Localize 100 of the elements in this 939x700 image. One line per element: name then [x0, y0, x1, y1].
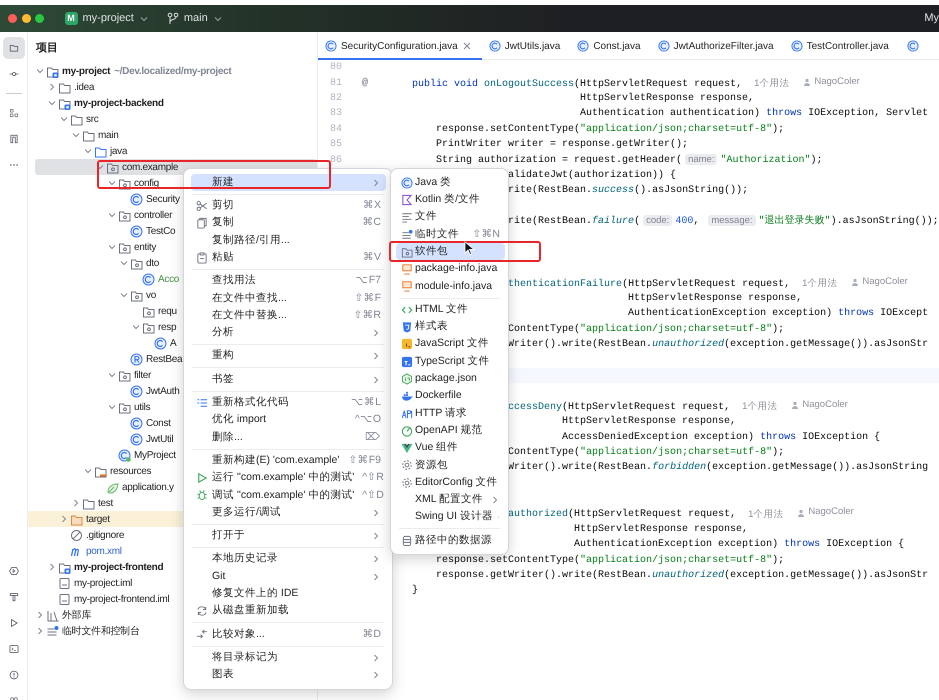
ignored-file-icon	[70, 528, 83, 542]
menu-item[interactable]: package.json	[396, 370, 505, 388]
code-text: );	[810, 154, 822, 166]
menu-item[interactable]: 运行 ''com.example' 中的测试' ^⇧R	[191, 469, 386, 487]
menu-item[interactable]: 删除... ⌦	[191, 428, 386, 446]
menu-item[interactable]: 复制路径/引用...	[191, 232, 386, 250]
package-folder-icon	[130, 288, 143, 302]
scratch-file-icon	[400, 228, 412, 241]
menu-item[interactable]: Swing UI 设计器	[396, 508, 505, 526]
menu-item[interactable]: 在文件中替换... ⇧⌘R	[191, 307, 386, 324]
menu-item[interactable]: 图表	[191, 666, 386, 684]
tree-item[interactable]: my-project-backend	[28, 95, 317, 111]
menu-item[interactable]: module-info.java	[396, 278, 505, 296]
menu-item[interactable]: 调试 ''com.example' 中的测试' ^⇧D	[191, 486, 386, 504]
menu-item[interactable]: JavaScript 文件	[396, 336, 505, 353]
shortcut-label: ⌘C	[362, 215, 381, 230]
method-name: ccessDeny	[508, 402, 562, 413]
menu-item[interactable]: 书签	[191, 370, 386, 388]
menu-item[interactable]: package-info.java	[396, 260, 505, 278]
menu-item[interactable]: 将目录标记为	[191, 649, 386, 666]
code-text: );	[772, 324, 784, 335]
class-icon	[906, 40, 919, 52]
v-shape-icon	[400, 442, 412, 454]
editor-tab[interactable]: JwtAuthorizeFilter.java	[650, 32, 784, 60]
panel-title: 项目	[36, 42, 58, 54]
class-icon	[130, 224, 143, 238]
tree-item[interactable]: java	[28, 143, 317, 159]
code-text: alidateJwt(authorization)) {	[508, 170, 676, 181]
menu-item[interactable]: 新建	[191, 174, 386, 192]
folder-icon[interactable]	[2, 37, 24, 59]
package-folder-icon	[142, 304, 155, 318]
menu-item[interactable]: 在文件中查找... ⇧⌘F	[191, 290, 386, 308]
menu-item[interactable]: 资源包	[396, 456, 505, 474]
menu-item[interactable]: Vue 组件	[396, 439, 505, 457]
toolbar-label[interactable]: My	[924, 10, 939, 27]
path-label: ~/Dev.localized/my-project	[114, 64, 232, 78]
close-window-button[interactable]	[8, 14, 17, 23]
menu-item[interactable]: HTTP 请求	[396, 404, 505, 422]
menu-item[interactable]: Git	[191, 568, 386, 586]
class-icon	[130, 192, 143, 206]
menu-item[interactable]: Kotlin 类/文件	[396, 191, 505, 209]
menu-item[interactable]: 复制 ⌘C	[191, 214, 386, 232]
class-icon	[658, 40, 670, 52]
editor-tab[interactable]: TestController.java	[784, 32, 899, 60]
editor-tab[interactable]: Const.java	[570, 32, 651, 60]
menu-item[interactable]: 文件	[396, 208, 505, 226]
tree-item[interactable]: .idea	[28, 79, 317, 95]
package-folder-icon	[118, 208, 131, 222]
module-folder-icon	[58, 96, 71, 110]
code-text: AuthenticationException exception)	[574, 539, 780, 550]
shortcut-label: ⌥F7	[356, 273, 381, 288]
menu-item[interactable]: 分析	[191, 324, 386, 342]
menu-item[interactable]: 本地历史记录	[191, 550, 386, 568]
editor-tab[interactable]: JwtUtils.java	[482, 32, 570, 60]
indent-lines-icon	[196, 396, 208, 409]
code-text: Authentication authentication)	[580, 108, 762, 120]
menu-item[interactable]: 临时文件 ⇧⌘N	[396, 226, 505, 244]
editor-tab[interactable]: SecurityConfiguration.java	[318, 32, 482, 60]
line-number: 83	[328, 107, 342, 122]
tree-item[interactable]: src	[28, 111, 317, 127]
code-text: IOException, Servlet	[808, 108, 928, 120]
menu-item[interactable]: 路径中的数据源	[396, 532, 505, 550]
zoom-window-button[interactable]	[35, 14, 44, 23]
menu-item[interactable]: 从磁盘重新加载	[191, 602, 386, 620]
menu-item[interactable]: 打开于	[191, 527, 386, 545]
menu-item[interactable]: 重构	[191, 348, 386, 365]
package-folder-icon	[118, 176, 131, 190]
project-selector[interactable]: M my-project	[60, 8, 153, 29]
gutter-marker[interactable]: @	[362, 76, 368, 91]
menu-item[interactable]: EditorConfig 文件	[396, 474, 505, 492]
string-literal: "application/json;charset=utf-8"	[580, 324, 772, 335]
menu-item[interactable]: 重新格式化代码 ⌥⌘L	[191, 394, 386, 412]
minimize-window-button[interactable]	[22, 14, 30, 23]
menu-item[interactable]: 比较对象... ⌘D	[191, 626, 386, 644]
chevron-icon	[131, 322, 141, 332]
menu-item[interactable]: Java 类	[396, 174, 505, 192]
menu-item[interactable]: 样式表	[396, 318, 505, 336]
menu-item[interactable]: Dockerfile	[396, 388, 505, 405]
cursor-icon	[464, 241, 475, 255]
tree-item[interactable]: main	[28, 127, 317, 143]
branch-selector[interactable]: main	[162, 8, 227, 29]
keyword: public void	[412, 78, 480, 90]
code-text: );	[772, 124, 784, 135]
menu-item[interactable]: 查找用法 ⌥F7	[191, 272, 386, 290]
number-literal: 400	[675, 216, 694, 228]
menu-item[interactable]: XML 配置文件	[396, 491, 505, 509]
menu-item[interactable]: 粘贴 ⌘V	[191, 249, 386, 266]
tree-item[interactable]: my-project ~/Dev.localized/my-project	[28, 63, 317, 79]
menu-item[interactable]: 重新构建(E) 'com.example' ⇧⌘F9	[191, 452, 386, 470]
menu-item[interactable]: 软件包	[396, 243, 505, 260]
menu-item[interactable]: HTML 文件	[396, 301, 505, 318]
menu-item[interactable]: 优化 import ^⌥O	[191, 412, 386, 429]
menu-item[interactable]: TypeScript 文件	[396, 352, 505, 370]
menu-item[interactable]: OpenAPI 规范	[396, 422, 505, 440]
code-text: (	[634, 216, 640, 228]
file-icon	[58, 576, 71, 590]
menu-item[interactable]: 修复文件上的 IDE	[191, 585, 386, 603]
menu-item[interactable]: 剪切 ⌘X	[191, 197, 386, 215]
string-literal: "application/json;charset=utf-8"	[580, 124, 772, 135]
keyword: throws	[838, 308, 874, 320]
